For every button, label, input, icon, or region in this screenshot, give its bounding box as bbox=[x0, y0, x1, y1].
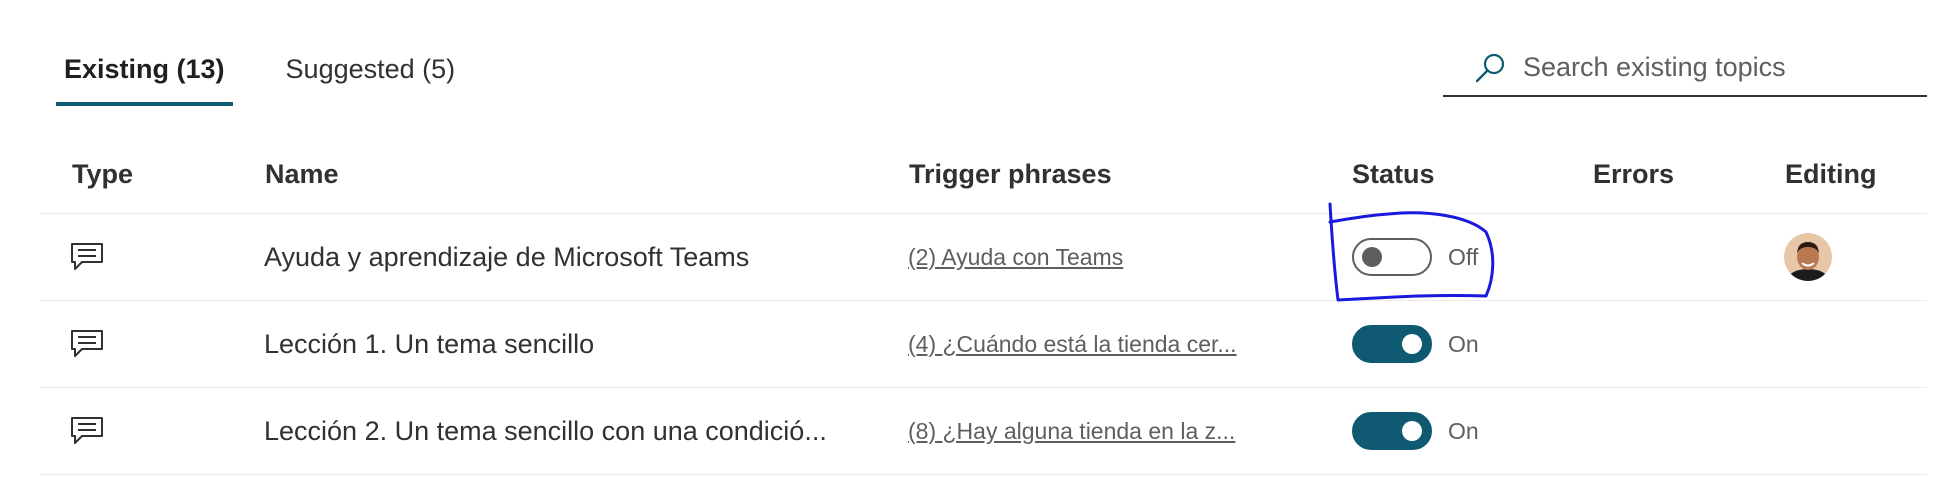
status-toggle[interactable] bbox=[1352, 238, 1432, 276]
chat-message-icon bbox=[70, 329, 104, 359]
toggle-knob bbox=[1402, 334, 1422, 354]
trigger-phrases-link[interactable]: (8) ¿Hay alguna tienda en la z... bbox=[908, 418, 1235, 445]
trigger-phrases-link[interactable]: (2) Ayuda con Teams bbox=[908, 244, 1123, 271]
toggle-knob bbox=[1402, 421, 1422, 441]
trigger-phrases-link[interactable]: (4) ¿Cuándo está la tienda cer... bbox=[908, 331, 1237, 358]
header-type[interactable]: Type bbox=[72, 159, 133, 190]
toggle-knob bbox=[1362, 247, 1382, 267]
topic-name[interactable]: Ayuda y aprendizaje de Microsoft Teams bbox=[264, 242, 749, 273]
table-row[interactable]: Lección 2. Un tema sencillo con una cond… bbox=[40, 388, 1927, 475]
header-trigger-phrases[interactable]: Trigger phrases bbox=[909, 159, 1112, 190]
header-name[interactable]: Name bbox=[265, 159, 339, 190]
status-toggle[interactable] bbox=[1352, 325, 1432, 363]
header-errors[interactable]: Errors bbox=[1593, 159, 1674, 190]
avatar[interactable] bbox=[1784, 233, 1832, 281]
search-input[interactable] bbox=[1521, 51, 1905, 84]
table-row[interactable]: Lección 1. Un tema sencillo (4) ¿Cuándo … bbox=[40, 301, 1927, 388]
status-label: Off bbox=[1448, 243, 1479, 270]
header-editing[interactable]: Editing bbox=[1785, 159, 1876, 190]
header-status[interactable]: Status bbox=[1352, 159, 1435, 190]
table-header: Type Name Trigger phrases Status Errors … bbox=[40, 135, 1927, 214]
chat-message-icon bbox=[70, 242, 104, 272]
table-row[interactable]: Ayuda y aprendizaje de Microsoft Teams (… bbox=[40, 214, 1927, 301]
topic-name[interactable]: Lección 2. Un tema sencillo con una cond… bbox=[264, 416, 827, 447]
topics-table: Type Name Trigger phrases Status Errors … bbox=[40, 135, 1927, 475]
status-toggle[interactable] bbox=[1352, 412, 1432, 450]
status-label: On bbox=[1448, 330, 1479, 357]
status-label: On bbox=[1448, 417, 1479, 444]
topic-name[interactable]: Lección 1. Un tema sencillo bbox=[264, 329, 594, 360]
tab-existing[interactable]: Existing (13) bbox=[56, 44, 233, 106]
search-icon bbox=[1473, 51, 1507, 85]
search-box[interactable] bbox=[1443, 40, 1927, 97]
chat-message-icon bbox=[70, 416, 104, 446]
topic-tabs: Existing (13) Suggested (5) bbox=[56, 44, 508, 106]
tab-suggested[interactable]: Suggested (5) bbox=[278, 44, 464, 105]
